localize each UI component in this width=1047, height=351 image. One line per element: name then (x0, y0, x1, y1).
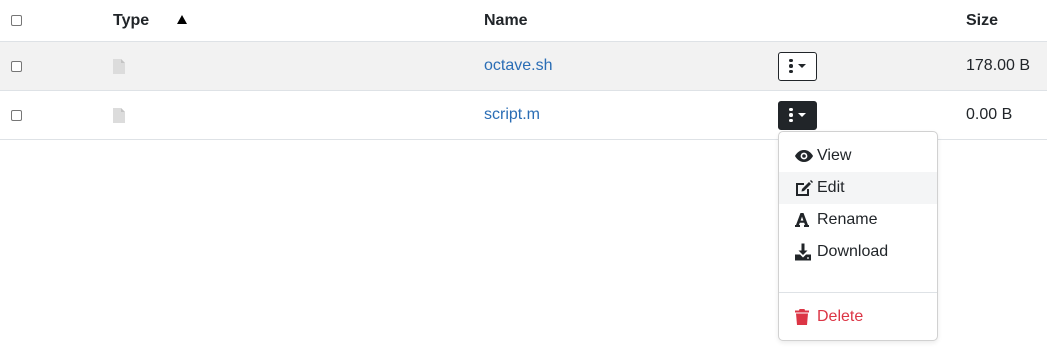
menu-item-label: Edit (817, 179, 845, 196)
file-actions-button-open[interactable] (778, 100, 817, 130)
name-cell: script.m (484, 91, 540, 139)
download-icon (795, 243, 811, 261)
files-table: Type Name Size octave.sh 178.00 B script… (0, 0, 1047, 140)
row-select-cell (11, 91, 22, 139)
eye-icon (795, 150, 813, 162)
size-cell: 178.00 B (966, 57, 1031, 74)
menu-item-delete[interactable]: Delete (779, 301, 937, 333)
menu-divider (779, 292, 937, 293)
file-name-link[interactable]: script.m (484, 106, 540, 124)
row-select-cell (11, 42, 22, 90)
menu-item-label: Rename (817, 211, 878, 228)
caret-down-icon (797, 64, 806, 68)
sort-ascending-icon[interactable] (177, 15, 187, 24)
type-cell (113, 42, 125, 90)
file-actions-button[interactable] (778, 51, 817, 81)
type-column-header[interactable]: Type (113, 0, 149, 41)
menu-item-edit[interactable]: Edit (779, 172, 937, 204)
vertical-ellipsis-icon (789, 58, 793, 74)
menu-item-label: Delete (817, 308, 864, 325)
name-cell: octave.sh (484, 42, 552, 90)
type-cell (113, 91, 125, 139)
file-icon (113, 58, 125, 74)
trash-icon (795, 309, 809, 325)
table-header-row: Type Name Size (0, 0, 1047, 42)
size-cell: 0.00 B (966, 106, 1013, 123)
menu-item-label: Download (817, 243, 889, 260)
size-column-header[interactable]: Size (966, 0, 998, 41)
actions-cell (778, 42, 817, 90)
row-checkbox[interactable] (11, 109, 22, 121)
menu-item-rename[interactable]: Rename (779, 204, 937, 236)
menu-item-download[interactable]: Download (779, 236, 937, 268)
file-browser: Type Name Size octave.sh 178.00 B script… (0, 0, 1047, 351)
caret-down-icon (797, 113, 806, 117)
file-actions-dropdown: View Edit Rename Download Delete (778, 131, 938, 341)
row-checkbox[interactable] (11, 60, 22, 72)
file-icon (113, 107, 125, 123)
file-name-link[interactable]: octave.sh (484, 57, 552, 75)
menu-item-label: View (817, 147, 852, 164)
select-all-checkbox[interactable] (11, 15, 22, 26)
rename-icon (795, 213, 809, 227)
menu-item-view[interactable]: View (779, 140, 937, 172)
table-row: octave.sh 178.00 B (0, 42, 1047, 91)
name-column-header[interactable]: Name (484, 0, 528, 41)
vertical-ellipsis-icon (789, 107, 793, 123)
edit-icon (795, 180, 813, 196)
select-all-cell (11, 0, 22, 41)
